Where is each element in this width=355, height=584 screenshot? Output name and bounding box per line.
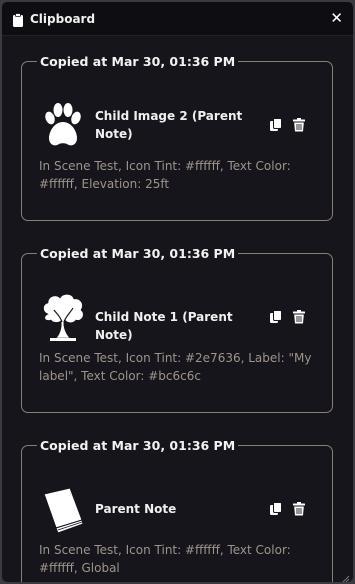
clipboard-entry: Copied at Mar 30, 01:36 PM Child Image 2… (21, 54, 333, 221)
clipboard-list: Copied at Mar 30, 01:36 PM Child Image 2… (2, 36, 353, 582)
entry-name: Child Note 1 (Parent Note) (95, 310, 233, 342)
entry-name: Parent Note (95, 502, 177, 516)
resize-handle-icon[interactable] (340, 569, 350, 582)
copy-icon[interactable] (269, 117, 283, 131)
title-bar[interactable]: Clipboard ✕ (2, 2, 353, 36)
clipboard-window: Clipboard ✕ Copied at Mar 30, 01:36 PM C… (1, 1, 354, 583)
clipboard-entry: Copied at Mar 30, 01:36 PM Child Note 1 … (21, 246, 333, 413)
trash-icon[interactable] (292, 501, 306, 516)
entry-header: Copied at Mar 30, 01:36 PM (40, 54, 236, 69)
close-button[interactable]: ✕ (330, 11, 343, 26)
copy-icon[interactable] (269, 309, 283, 323)
book-icon (42, 486, 84, 536)
clipboard-entry: Copied at Mar 30, 01:36 PM Parent Note I… (21, 438, 333, 582)
window-title: Clipboard (30, 11, 96, 26)
clipboard-icon (12, 12, 24, 27)
entry-description: In Scene Test, Icon Tint: #2e7636, Label… (39, 351, 312, 383)
trash-icon[interactable] (292, 117, 306, 132)
tree-icon (42, 294, 84, 344)
entry-name: Child Image 2 (Parent Note) (95, 109, 243, 141)
trash-icon[interactable] (292, 309, 306, 324)
copy-icon[interactable] (269, 501, 283, 515)
paw-print-icon (42, 102, 84, 152)
entry-header: Copied at Mar 30, 01:36 PM (40, 246, 236, 261)
entry-description: In Scene Test, Icon Tint: #ffffff, Text … (39, 543, 291, 575)
entry-description: In Scene Test, Icon Tint: #ffffff, Text … (39, 159, 291, 191)
entry-header: Copied at Mar 30, 01:36 PM (40, 438, 236, 453)
